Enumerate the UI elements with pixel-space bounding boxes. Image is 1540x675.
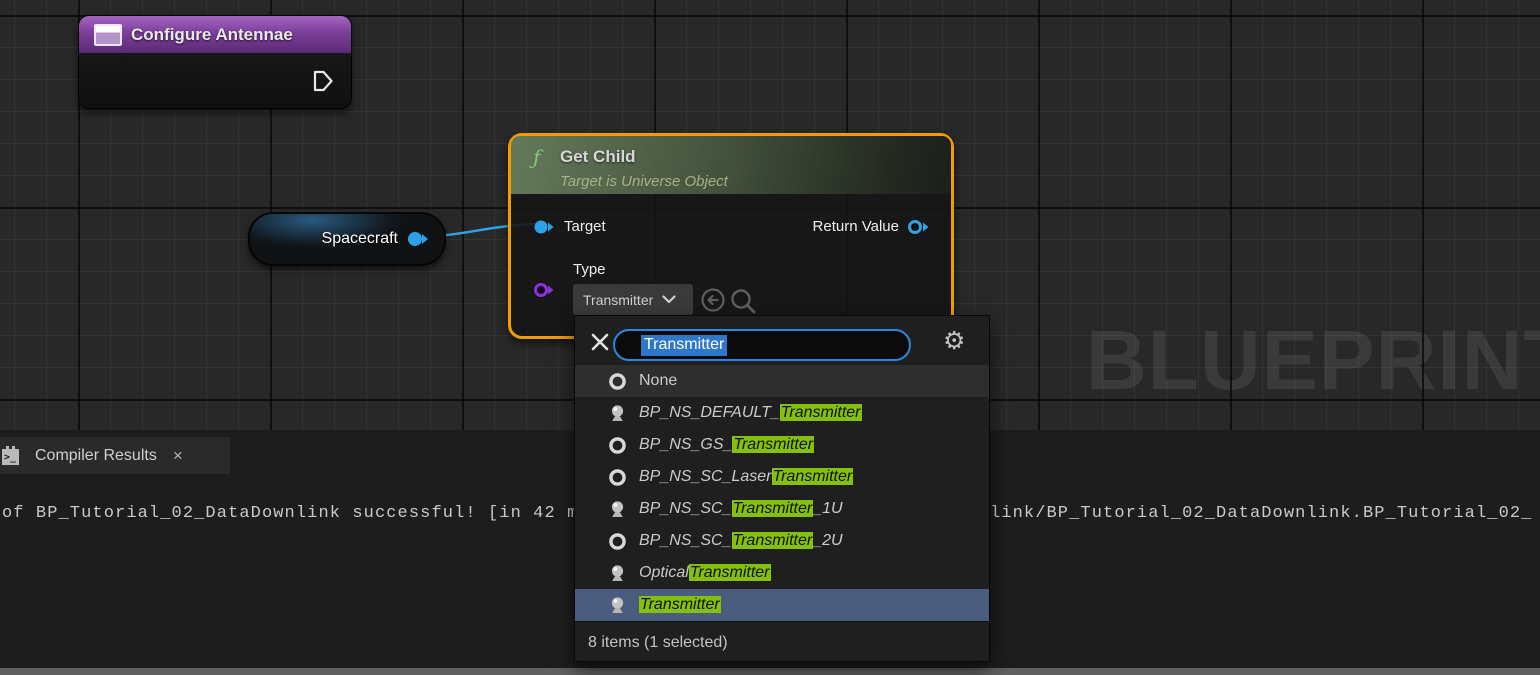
get-child-node[interactable]: ƒ Get Child Target is Universe Object Ta… xyxy=(508,133,954,339)
list-item[interactable]: OpticalTransmitter xyxy=(575,557,989,589)
compiler-results-tab[interactable]: >_ Compiler Results × xyxy=(0,437,230,474)
node-subtitle: Target is Universe Object xyxy=(560,173,728,190)
dropdown-footer: 8 items (1 selected) xyxy=(575,621,989,663)
clear-search-icon[interactable] xyxy=(589,331,611,353)
list-item[interactable]: BP_NS_SC_Transmitter_1U xyxy=(575,493,989,525)
type-dropdown-value: Transmitter xyxy=(583,292,653,308)
asset-utility-icons xyxy=(699,286,771,314)
spacecraft-node[interactable]: Spacecraft xyxy=(248,212,446,266)
return-value-pin-label: Return Value xyxy=(813,218,899,235)
class-circle-icon xyxy=(605,372,629,391)
list-item[interactable]: BP_NS_SC_Transmitter_2U xyxy=(575,525,989,557)
class-circle-icon xyxy=(605,436,629,455)
type-pin-label: Type xyxy=(573,261,606,278)
class-picker-dropdown: Transmitter ⚙ None BP_NS_DEFAULT_Transmit… xyxy=(574,315,990,662)
list-item-label: BP_NS_DEFAULT_Transmitter xyxy=(639,404,862,422)
class-circle-icon xyxy=(605,532,629,551)
items-count-label: 8 items (1 selected) xyxy=(588,634,728,652)
browse-search-icon xyxy=(733,291,755,313)
compiler-results-icon: >_ xyxy=(1,444,23,468)
function-icon: ƒ xyxy=(533,145,540,169)
spacecraft-label: Spacecraft xyxy=(322,230,398,248)
compiler-log-text: link/BP_Tutorial_02_DataDownlink.BP_Tuto… xyxy=(990,504,1540,523)
actor-icon xyxy=(605,564,629,583)
list-item-label: OpticalTransmitter xyxy=(639,564,771,582)
type-dropdown[interactable]: Transmitter xyxy=(573,284,693,315)
search-input[interactable]: Transmitter xyxy=(613,329,911,361)
configure-antennae-node[interactable]: Configure Antennae xyxy=(78,15,352,109)
node-title: Get Child xyxy=(560,147,636,167)
list-item-label: None xyxy=(639,372,677,390)
horizontal-scrollbar[interactable] xyxy=(0,668,1540,675)
actor-icon xyxy=(605,500,629,519)
list-item-label: Transmitter xyxy=(639,596,721,614)
return-value-output-pin[interactable] xyxy=(905,218,931,236)
dropdown-list: None BP_NS_DEFAULT_Transmitter BP_NS_GS_Tr… xyxy=(575,365,989,621)
tab-label: Compiler Results xyxy=(35,447,157,465)
list-item-label: BP_NS_SC_Transmitter_2U xyxy=(639,532,843,550)
list-item-label: BP_NS_GS_Transmitter xyxy=(639,436,814,454)
settings-gear-icon[interactable]: ⚙ xyxy=(943,326,965,355)
list-item[interactable]: BP_NS_SC_LaserTransmitter xyxy=(575,461,989,493)
list-item[interactable]: Transmitter xyxy=(575,589,989,621)
list-item[interactable]: BP_NS_GS_Transmitter xyxy=(575,429,989,461)
type-input-pin[interactable] xyxy=(531,281,557,299)
actor-icon xyxy=(605,404,629,423)
chevron-down-icon xyxy=(662,295,676,304)
macro-icon xyxy=(94,24,122,46)
list-item-label: BP_NS_SC_Transmitter_1U xyxy=(639,500,843,518)
blueprint-editor: BLUEPRINT Configure Antennae Spacecraft xyxy=(0,0,1540,675)
target-pin-label: Target xyxy=(564,218,606,235)
search-input-selected-text: Transmitter xyxy=(641,335,727,356)
target-input-pin[interactable] xyxy=(531,218,557,236)
class-circle-icon xyxy=(605,468,629,487)
use-selected-icon xyxy=(703,290,724,311)
actor-icon xyxy=(605,596,629,615)
spacecraft-output-pin[interactable] xyxy=(406,230,430,248)
list-item-label: BP_NS_SC_LaserTransmitter xyxy=(639,468,853,486)
list-item[interactable]: BP_NS_DEFAULT_Transmitter xyxy=(575,397,989,429)
tab-close-icon[interactable]: × xyxy=(173,446,183,466)
list-item[interactable]: None xyxy=(575,365,989,397)
compiler-log-text: of BP_Tutorial_02_DataDownlink successfu… xyxy=(2,504,574,523)
configure-antennae-header: Configure Antennae xyxy=(79,16,351,53)
exec-output-pin[interactable] xyxy=(312,69,334,93)
node-title: Configure Antennae xyxy=(131,25,293,45)
svg-text:>_: >_ xyxy=(4,452,17,463)
